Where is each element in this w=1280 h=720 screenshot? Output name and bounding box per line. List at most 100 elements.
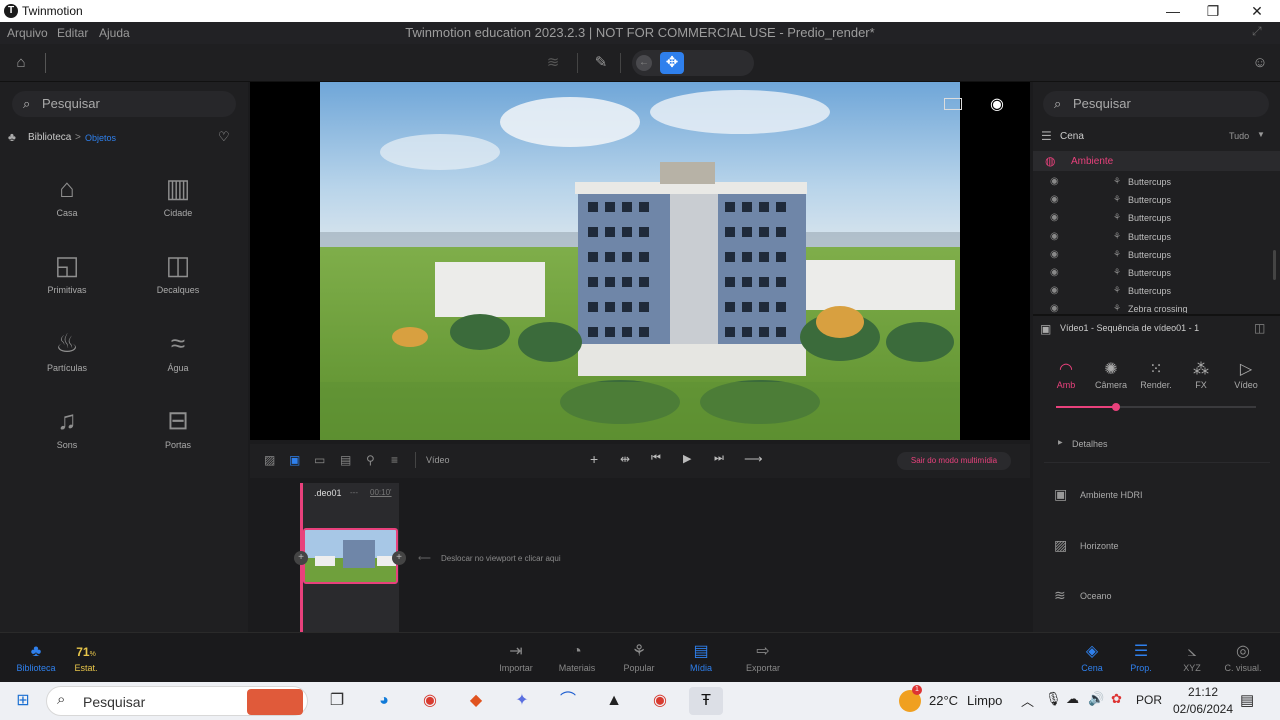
add-clip-before-button[interactable]: + bbox=[294, 551, 308, 565]
menu-arquivo[interactable]: Arquivo bbox=[7, 26, 48, 40]
scene-render[interactable] bbox=[320, 82, 960, 440]
eye-icon[interactable]: ◉ bbox=[1050, 194, 1059, 205]
clock-time[interactable]: 21:12 bbox=[1172, 685, 1234, 699]
autocad-icon[interactable]: ▲ bbox=[597, 687, 631, 715]
section-horizonte[interactable]: ▨ Horizonte bbox=[1050, 537, 1260, 557]
tree-item[interactable]: ◉ ⚘ Buttercups bbox=[1050, 174, 1270, 192]
tree-item[interactable]: ◉ ⚘ Buttercups bbox=[1050, 210, 1270, 228]
eye-icon[interactable]: ◉ bbox=[1050, 285, 1059, 296]
add-clip-after-button[interactable]: + bbox=[392, 551, 406, 565]
tree-item[interactable]: ◉ ⚘ Zebra crossing bbox=[1050, 301, 1270, 313]
tab-video[interactable]: ▷ Vídeo bbox=[1224, 360, 1268, 390]
appbar-importar[interactable]: ⇥ Importar bbox=[486, 641, 546, 673]
back-icon[interactable]: ← bbox=[636, 55, 652, 71]
library-item-decalques[interactable]: ◫ Decalques bbox=[123, 245, 233, 317]
chrome-profile-icon[interactable]: ◉ bbox=[643, 687, 677, 715]
exit-media-mode-button[interactable]: Sair do modo multimídia bbox=[897, 452, 1011, 470]
security-icon[interactable]: ✿ bbox=[1111, 691, 1122, 707]
eye-icon[interactable]: ◉ bbox=[1050, 176, 1059, 187]
tab-amb[interactable]: ◠ Amb bbox=[1044, 360, 1088, 390]
volume-icon[interactable]: 🔊 bbox=[1088, 691, 1104, 707]
library-item-portas[interactable]: ⊟ Portas bbox=[123, 400, 233, 472]
library-item-sons[interactable]: ♫ Sons bbox=[12, 400, 122, 472]
home-icon[interactable]: ⌂ bbox=[8, 50, 34, 76]
twinmotion-taskbar-icon[interactable]: Ŧ bbox=[689, 687, 723, 715]
tree-item[interactable]: ◉ ⚘ Buttercups bbox=[1050, 192, 1270, 210]
play-icon[interactable]: ▶ bbox=[683, 452, 691, 465]
section-oceano[interactable]: ≋ Oceano bbox=[1050, 587, 1260, 607]
chrome-icon[interactable]: ◉ bbox=[413, 687, 447, 715]
skip-back-icon[interactable]: ⏮ bbox=[651, 452, 661, 465]
brave-icon[interactable]: ◆ bbox=[459, 687, 493, 715]
video-mode-icon[interactable]: ▣ bbox=[289, 453, 300, 467]
eye-icon[interactable]: ◉ bbox=[1050, 212, 1059, 223]
add-keyframe-icon[interactable]: + bbox=[590, 451, 598, 467]
sketch-app-icon[interactable]: ⌒ bbox=[551, 687, 585, 715]
frame-toggle-icon[interactable] bbox=[944, 98, 962, 110]
windows-start-icon[interactable]: ⊞ bbox=[6, 687, 40, 715]
language-indicator[interactable]: POR bbox=[1136, 693, 1162, 707]
panel-toggle-icon[interactable]: ◫ bbox=[1254, 321, 1265, 335]
library-item-agua[interactable]: ≈ Água bbox=[123, 323, 233, 395]
breadcrumb-current[interactable]: Objetos bbox=[85, 133, 116, 143]
tree-item[interactable]: ◉ ⚘ Buttercups bbox=[1050, 229, 1270, 247]
move-tool-icon[interactable]: ✥ bbox=[660, 52, 684, 74]
appbar-popular[interactable]: ⚘ Popular bbox=[609, 641, 669, 673]
image-mode-icon[interactable]: ▨ bbox=[264, 453, 275, 467]
expand-icon[interactable]: ⤢ bbox=[1252, 24, 1262, 39]
microphone-icon[interactable]: 🎙 bbox=[1045, 691, 1062, 707]
library-item-cidade[interactable]: ▥ Cidade bbox=[123, 168, 233, 240]
tree-item[interactable]: ◉ ⚘ Buttercups bbox=[1050, 247, 1270, 265]
restore-button[interactable]: ❐ bbox=[1190, 1, 1236, 21]
expand-caret-icon[interactable]: ▶ bbox=[1058, 439, 1063, 446]
copilot-icon[interactable]: ✦ bbox=[505, 687, 539, 715]
eye-icon[interactable]: ◉ bbox=[1050, 231, 1059, 242]
clip-thumbnail[interactable] bbox=[303, 528, 398, 584]
eye-icon[interactable]: ◉ bbox=[1050, 267, 1059, 278]
tab-fx[interactable]: ⁂ FX bbox=[1179, 360, 1223, 390]
library-item-primitivas[interactable]: ◱ Primitivas bbox=[12, 245, 122, 317]
weather-condition[interactable]: Limpo bbox=[967, 693, 1002, 708]
network-icon[interactable]: ☁ bbox=[1066, 691, 1079, 707]
layers-icon[interactable]: ≋ bbox=[540, 50, 566, 76]
chevron-down-icon[interactable]: ▼ bbox=[1257, 130, 1265, 139]
loop-icon[interactable]: ⟶ bbox=[744, 451, 763, 467]
tree-item[interactable]: ◉ ⚘ Buttercups bbox=[1050, 283, 1270, 301]
skip-forward-icon[interactable]: ⏭ bbox=[714, 452, 724, 465]
chevron-up-icon[interactable]: ︿ bbox=[1021, 691, 1034, 710]
brush-icon[interactable]: ✎ bbox=[588, 50, 614, 76]
tree-item[interactable]: ◉ ⚘ Buttercups bbox=[1050, 265, 1270, 283]
appbar-c-visual[interactable]: ◎ C. visual. bbox=[1213, 641, 1273, 673]
slider-handle[interactable] bbox=[1112, 403, 1120, 411]
details-label[interactable]: Detalhes bbox=[1072, 439, 1108, 449]
scene-filter-dropdown[interactable]: Tudo bbox=[1229, 131, 1249, 141]
favorite-heart-icon[interactable]: ♡ bbox=[218, 129, 230, 145]
appbar-materiais[interactable]: ◔ Materiais bbox=[547, 641, 607, 673]
presentation-mode-icon[interactable]: ▤ bbox=[340, 453, 351, 467]
temperature[interactable]: 22°C bbox=[929, 693, 958, 708]
eye-visibility-icon[interactable]: ◉ bbox=[990, 94, 1004, 114]
edge-browser-icon[interactable]: ◕ bbox=[367, 687, 401, 715]
tab-render[interactable]: ⁙ Render. bbox=[1134, 360, 1178, 390]
appbar-midia[interactable]: ▤ Mídia bbox=[671, 641, 731, 673]
breadcrumb-root[interactable]: Biblioteca bbox=[28, 132, 71, 143]
3d-viewport[interactable]: ◉ bbox=[250, 82, 1030, 440]
menu-editar[interactable]: Editar bbox=[57, 26, 88, 40]
scene-search-input[interactable]: ⌕ Pesquisar bbox=[1043, 91, 1269, 117]
appbar-exportar[interactable]: ⇨ Exportar bbox=[733, 641, 793, 673]
tab-camera[interactable]: ✺ Câmera bbox=[1089, 360, 1133, 390]
clock-date[interactable]: 02/06/2024 bbox=[1168, 702, 1238, 716]
panorama-mode-icon[interactable]: ▭ bbox=[314, 453, 325, 467]
clip-name[interactable]: .deo01 bbox=[314, 488, 342, 498]
eye-icon[interactable]: ◉ bbox=[1050, 249, 1059, 260]
taskbar-search-input[interactable]: ⌕ Pesquisar bbox=[46, 686, 308, 716]
library-item-casa[interactable]: ⌂ Casa bbox=[12, 168, 122, 240]
library-search-input[interactable]: ⌕ Pesquisar bbox=[12, 91, 236, 117]
library-item-particulas[interactable]: ♨ Partículas bbox=[12, 323, 122, 395]
notifications-icon[interactable]: ▤ bbox=[1240, 691, 1254, 709]
tree-scrollbar[interactable] bbox=[1273, 250, 1276, 280]
close-button[interactable]: ✕ bbox=[1234, 1, 1280, 21]
batch-mode-icon[interactable]: ≡ bbox=[391, 453, 398, 467]
user-icon[interactable]: ☺ bbox=[1247, 50, 1273, 76]
menu-ajuda[interactable]: Ajuda bbox=[99, 26, 130, 40]
